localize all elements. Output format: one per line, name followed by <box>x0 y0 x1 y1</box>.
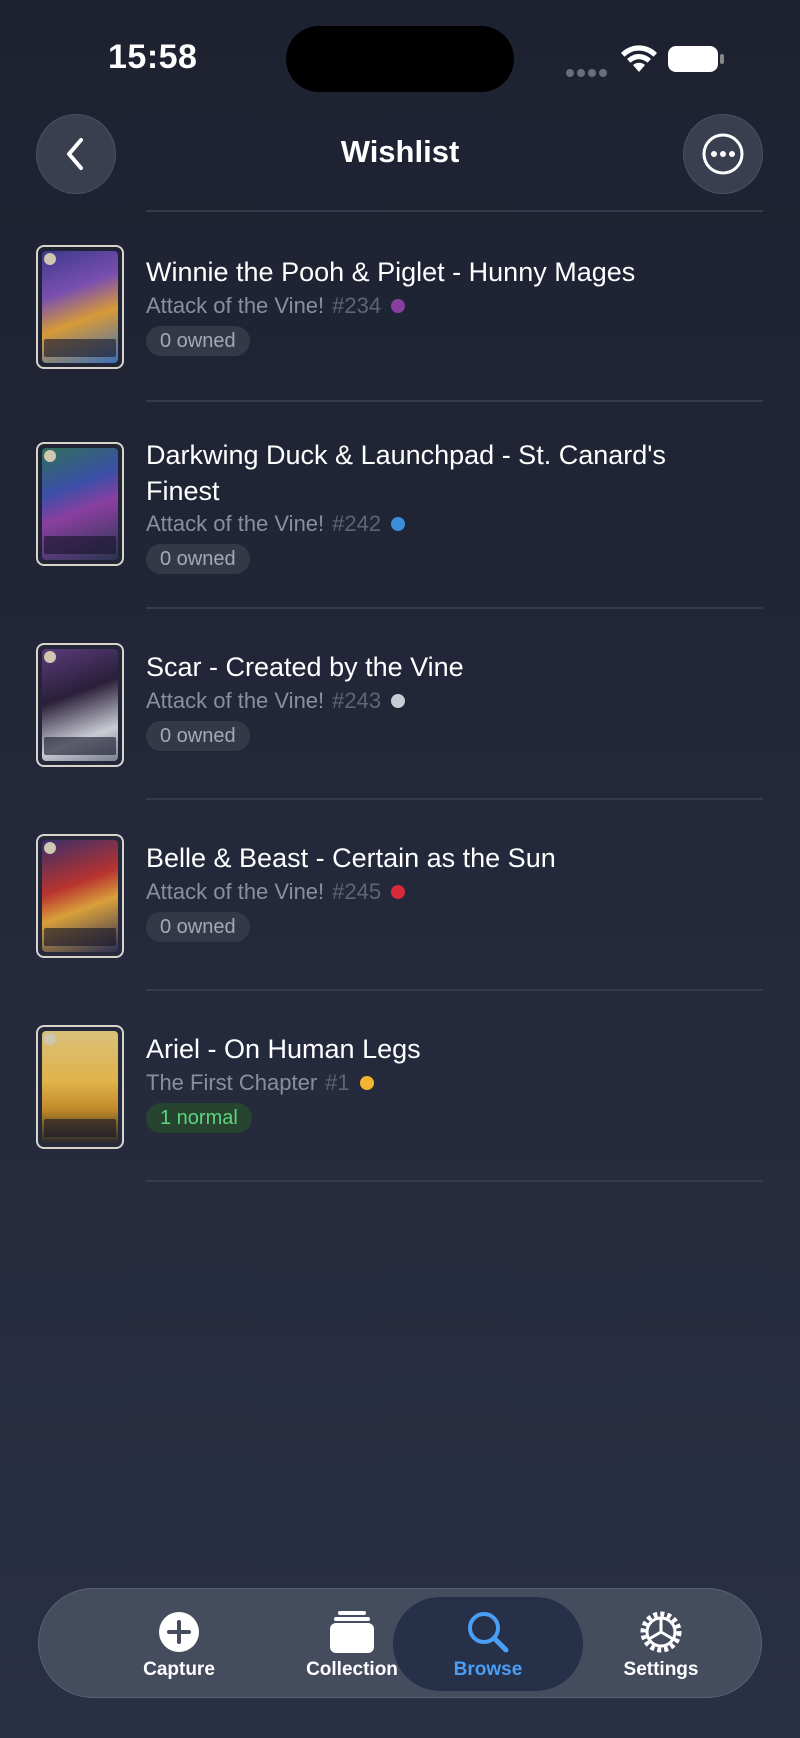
card-thumbnail <box>36 245 124 369</box>
dynamic-island <box>286 26 514 92</box>
card-name: Belle & Beast - Certain as the Sun <box>146 843 556 873</box>
owned-badge: 0 owned <box>146 912 250 942</box>
status-time: 15:58 <box>108 38 198 76</box>
card-number: #1 <box>325 1070 350 1095</box>
list-item[interactable]: Ariel - On Human Legs The First Chapter #… <box>0 991 800 1182</box>
ink-color-dot <box>391 885 406 899</box>
card-set-info: Attack of the Vine! #245 <box>146 877 406 907</box>
tab-settings[interactable]: Settings <box>571 1589 751 1699</box>
card-number: #234 <box>332 293 382 318</box>
card-name: Darkwing Duck & Launchpad - St. Canard's… <box>146 440 666 506</box>
card-number: #245 <box>332 879 382 904</box>
owned-badge: 0 owned <box>146 326 250 356</box>
card-number: #243 <box>332 688 382 713</box>
card-set: Attack of the Vine! <box>146 293 325 318</box>
ink-color-dot <box>391 517 406 531</box>
card-thumbnail <box>36 834 124 958</box>
status-bar: 15:58 <box>0 0 800 110</box>
row-divider <box>146 1180 763 1182</box>
card-thumbnail <box>36 442 124 566</box>
wifi-icon <box>621 45 657 72</box>
tab-browse[interactable]: Browse <box>393 1597 583 1691</box>
card-set-info: Attack of the Vine! #243 <box>146 686 406 716</box>
list-item[interactable]: Winnie the Pooh & Piglet - Hunny Mages A… <box>0 212 800 402</box>
plus-circle-icon <box>159 1612 199 1652</box>
list-item[interactable]: Belle & Beast - Certain as the Sun Attac… <box>0 800 800 991</box>
list-item[interactable]: Scar - Created by the Vine Attack of the… <box>0 609 800 800</box>
card-number: #242 <box>332 511 382 536</box>
battery-icon <box>668 46 724 72</box>
owned-badge: 1 normal <box>146 1103 252 1133</box>
list-item[interactable]: Darkwing Duck & Launchpad - St. Canard's… <box>0 402 800 609</box>
more-options-button[interactable] <box>683 114 763 194</box>
tab-label: Capture <box>143 1659 215 1680</box>
card-set: Attack of the Vine! <box>146 879 325 904</box>
owned-badge: 0 owned <box>146 544 250 574</box>
ellipsis-circle-icon <box>702 133 744 175</box>
card-name: Winnie the Pooh & Piglet - Hunny Mages <box>146 257 636 287</box>
ink-color-dot <box>391 694 406 708</box>
tab-label: Settings <box>623 1659 699 1680</box>
card-set: The First Chapter <box>146 1070 318 1095</box>
card-set-info: Attack of the Vine! #242 <box>146 509 406 539</box>
card-stack-icon <box>330 1611 374 1653</box>
ink-color-dot <box>359 1076 374 1090</box>
tab-bar: Capture Collection Browse Settings <box>38 1588 762 1698</box>
tab-capture[interactable]: Capture <box>89 1589 269 1699</box>
page-title: Wishlist <box>340 134 460 169</box>
owned-badge: 0 owned <box>146 721 250 751</box>
card-set-info: Attack of the Vine! #234 <box>146 291 406 321</box>
card-set: Attack of the Vine! <box>146 688 325 713</box>
search-icon <box>468 1612 509 1653</box>
cellular-signal-icon <box>566 64 610 82</box>
card-name: Ariel - On Human Legs <box>146 1034 421 1064</box>
card-set-info: The First Chapter #1 <box>146 1068 374 1098</box>
card-name: Scar - Created by the Vine <box>146 652 464 682</box>
card-thumbnail <box>36 1025 124 1149</box>
gear-icon <box>640 1611 682 1653</box>
tab-label: Browse <box>453 1659 523 1680</box>
card-set: Attack of the Vine! <box>146 511 325 536</box>
wishlist-list: Winnie the Pooh & Piglet - Hunny Mages A… <box>0 212 800 1182</box>
card-thumbnail <box>36 643 124 767</box>
ink-color-dot <box>391 299 406 313</box>
